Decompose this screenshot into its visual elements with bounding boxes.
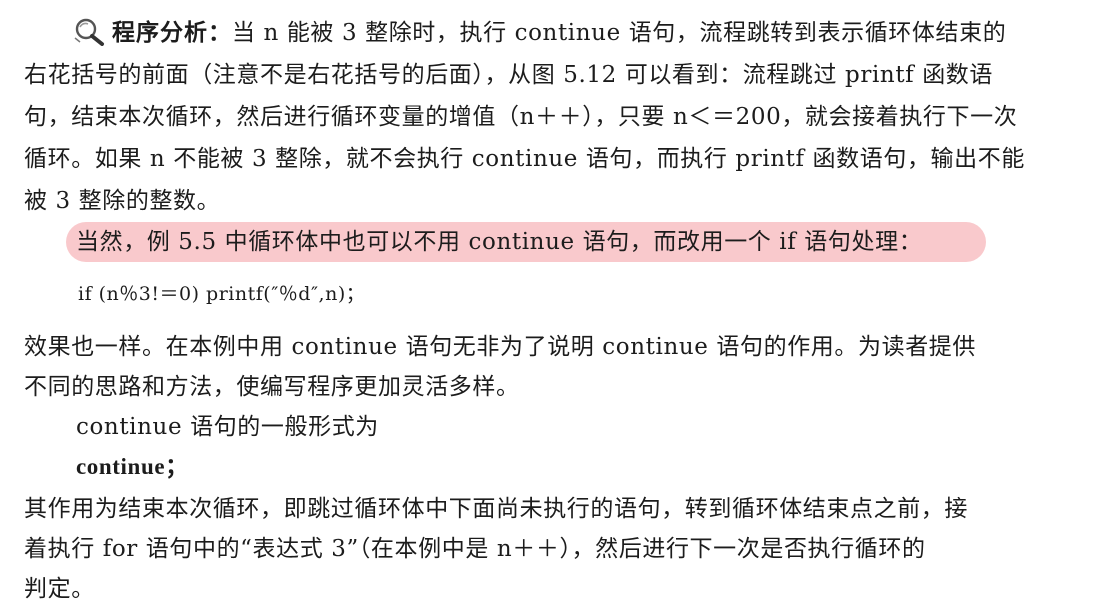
document-page: 程序分析：当 n 能被 3 整除时，执行 continue 语句，流程跳转到表示… [0,0,1120,614]
magnifier-icon [74,18,104,46]
continue-keyword: continue； [76,454,189,479]
analysis-line-2: 右花括号的前面（注意不是右花括号的后面），从图 5.12 可以看到：流程跳过 p… [24,62,993,88]
analysis-text-1: 当 n 能被 3 整除时，执行 continue 语句，流程跳转到表示循环体结束… [232,20,1007,46]
analysis-line-3: 句，结束本次循环，然后进行循环变量的增值（n＋＋），只要 n＜＝200，就会接着… [24,104,1018,130]
general-form-intro: continue 语句的一般形式为 [76,414,379,440]
purpose-line-2: 着执行 for 语句中的“表达式 3”（在本例中是 n＋＋），然后进行下一次是否… [24,536,926,562]
effect-line-2: 不同的思路和方法，使编写程序更加灵活多样。 [24,374,520,400]
purpose-line-3: 判定。 [24,576,95,602]
analysis-line-1: 程序分析：当 n 能被 3 整除时，执行 continue 语句，流程跳转到表示… [24,12,1084,54]
analysis-label: 程序分析： [112,20,232,46]
purpose-line-1: 其作用为结束本次循环，即跳过循环体中下面尚未执行的语句，转到循环体结束点之前，接 [24,496,968,522]
highlighted-sentence: 当然，例 5.5 中循环体中也可以不用 continue 语句，而改用一个 if… [76,229,923,255]
code-snippet: if (n％3!＝0) printf(″％d″,n)； [78,283,366,305]
analysis-line-4: 循环。如果 n 不能被 3 整除，就不会执行 continue 语句，而执行 p… [24,146,1025,172]
analysis-line-5: 被 3 整除的整数。 [24,188,221,214]
effect-line-1: 效果也一样。在本例中用 continue 语句无非为了说明 continue 语… [24,334,976,360]
